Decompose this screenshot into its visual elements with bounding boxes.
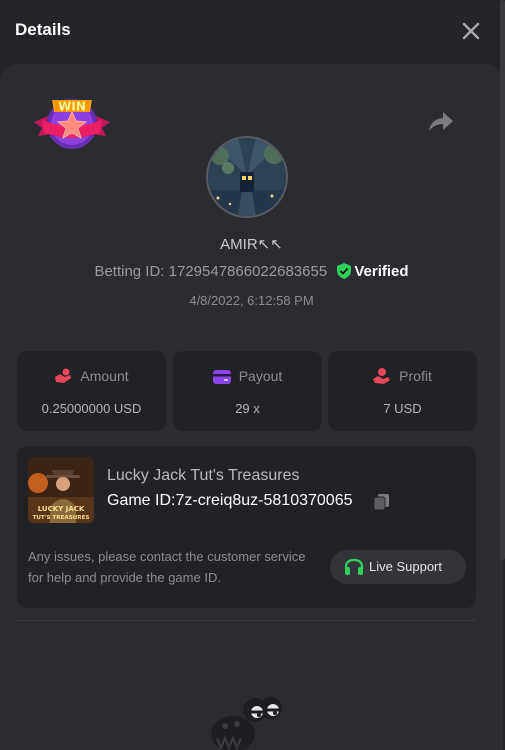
wallet-card-icon [212, 370, 231, 384]
profit-card: Profit 7 USD [328, 351, 477, 431]
game-id-line: Game ID:7z-creiq8uz-5810370065 [107, 492, 352, 510]
headset-icon [344, 558, 364, 575]
hand-coins-icon [55, 368, 72, 383]
avatar [206, 136, 288, 218]
verified-label: Verified [354, 263, 409, 280]
share-icon[interactable] [428, 110, 454, 132]
username: AMIR↖↖ [220, 236, 283, 253]
amount-card: Amount 0.25000000 USD [17, 351, 166, 431]
copy-icon[interactable] [373, 493, 391, 511]
crocodile-mascot-icon [195, 690, 295, 750]
svg-text:WIN: WIN [58, 100, 86, 114]
live-support-button[interactable]: Live Support [330, 550, 466, 584]
amount-label: Amount [80, 368, 129, 384]
thumb-line-2: TUT'S TREASURES [33, 515, 90, 521]
scrollbar[interactable] [500, 0, 505, 560]
game-id-value: 7z-creiq8uz-5810370065 [175, 492, 353, 509]
bet-datetime: 4/8/2022, 6:12:58 PM [189, 293, 314, 308]
close-icon[interactable] [460, 20, 482, 42]
payout-card: Payout 29 x [173, 351, 322, 431]
modal-title: Details [15, 20, 71, 39]
profit-value: 7 USD [383, 401, 422, 416]
payout-label: Payout [238, 368, 283, 384]
details-modal: Details WIN AMIR↖↖ Betting ID: 172954786… [0, 0, 505, 750]
payout-value: 29 x [235, 401, 260, 416]
profit-label: Profit [399, 368, 432, 384]
game-card: LUCKY JACK TUT'S TREASURES Lucky Jack Tu… [17, 446, 476, 608]
divider [17, 620, 476, 621]
game-name[interactable]: Lucky Jack Tut's Treasures [107, 467, 299, 485]
win-badge-icon: WIN [32, 92, 112, 154]
thumb-line-1: LUCKY JACK [38, 505, 85, 513]
modal-header: Details [0, 0, 505, 62]
betting-id-value: 1729547866022683655 [168, 263, 328, 280]
betting-id-line: Betting ID: 1729547866022683655 Verified [0, 263, 503, 280]
issue-notice: Any issues, please contact the customer … [28, 549, 306, 585]
betting-id-label: Betting ID: [94, 263, 165, 280]
amount-value: 0.25000000 USD [41, 401, 142, 416]
game-thumbnail[interactable]: LUCKY JACK TUT'S TREASURES [28, 457, 94, 523]
profit-hand-icon [373, 368, 391, 384]
live-support-label: Live Support [369, 559, 442, 574]
verified-shield-icon [337, 263, 352, 279]
game-id-label: Game ID: [107, 492, 176, 509]
